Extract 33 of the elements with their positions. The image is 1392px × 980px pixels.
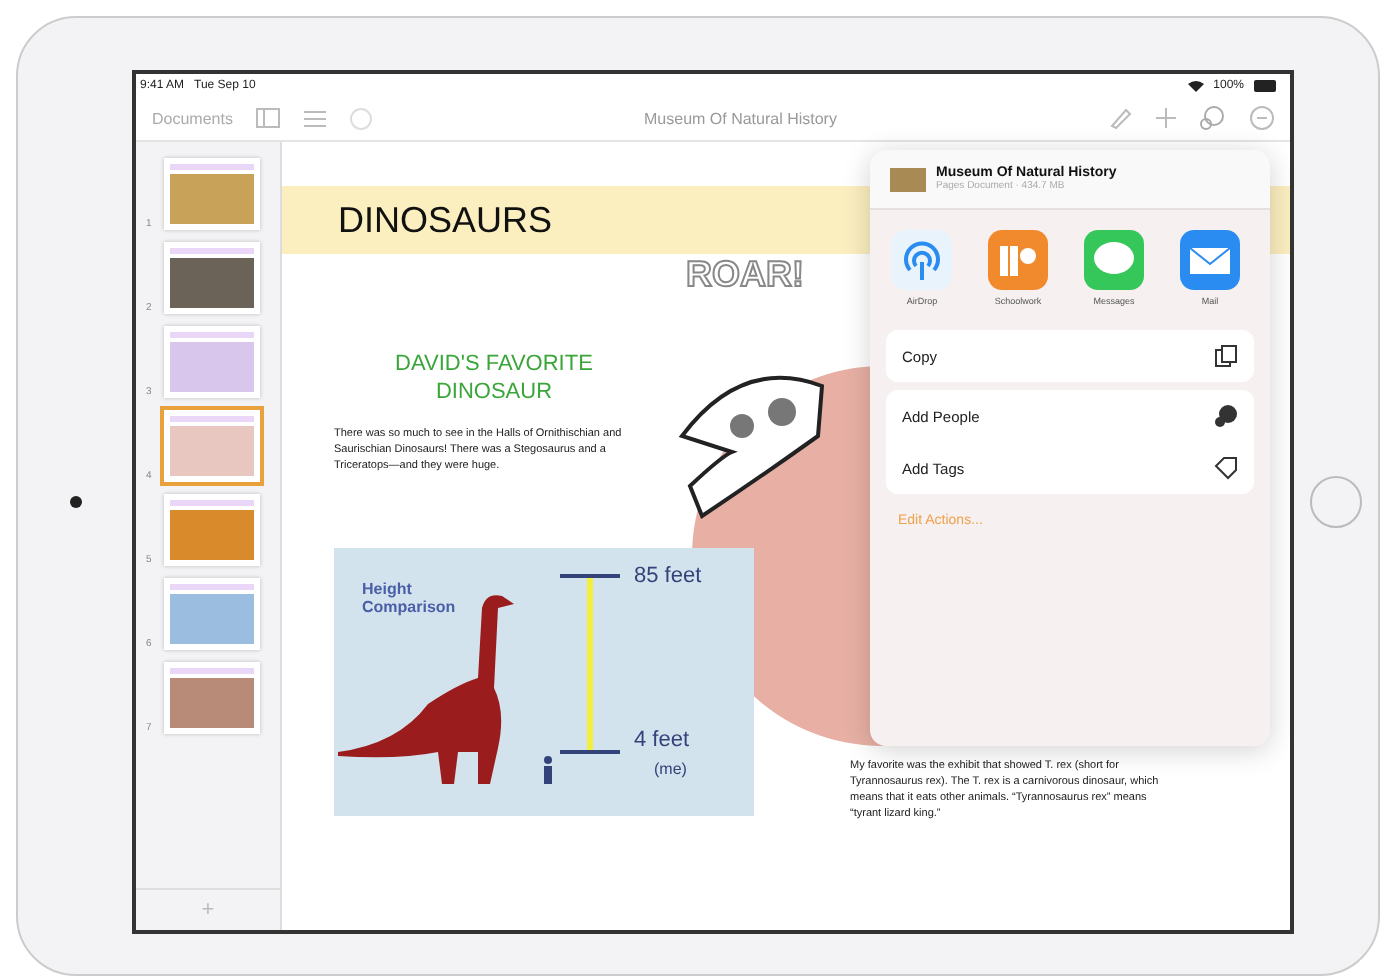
section-title: DAVID'S FAVORITE DINOSAUR — [393, 350, 595, 408]
schoolwork-app-icon[interactable] — [988, 230, 1048, 290]
add-icon[interactable] — [1156, 108, 1176, 128]
airdrop-app-icon[interactable] — [892, 230, 952, 290]
page-thumbnail[interactable] — [164, 326, 260, 398]
camera-dot — [69, 496, 81, 508]
battery-icon — [1254, 79, 1278, 91]
page-thumbnail[interactable] — [164, 242, 260, 314]
person-icon — [542, 755, 554, 783]
more-icon[interactable] — [1250, 106, 1274, 130]
tag-icon[interactable] — [1214, 456, 1238, 480]
add-person-icon[interactable] — [1214, 404, 1238, 428]
brush-icon[interactable] — [1108, 106, 1132, 130]
messages-app-icon[interactable] — [1084, 230, 1144, 290]
page-thumbnail[interactable] — [164, 410, 260, 482]
page-thumbnail[interactable] — [164, 158, 260, 230]
document-thumbnail — [890, 167, 926, 191]
height-label: 85 feet — [634, 563, 702, 587]
height-note: (me) — [654, 759, 687, 777]
page-thumbnail[interactable] — [164, 662, 260, 734]
height-label: 4 feet — [634, 727, 690, 751]
mail-app-icon[interactable] — [1180, 230, 1240, 290]
sidebar-icon[interactable] — [256, 108, 281, 128]
diagram-title: Height Comparison — [362, 579, 458, 615]
roar-text: ROAR! — [686, 254, 804, 296]
page-thumbnail[interactable] — [164, 578, 260, 650]
copy-icon[interactable] — [1214, 344, 1238, 368]
list-icon[interactable] — [304, 109, 327, 127]
page-thumbnail[interactable] — [164, 494, 260, 566]
home-button[interactable] — [1310, 476, 1362, 528]
wifi-icon — [1187, 79, 1204, 91]
document-title: Museum Of Natural History — [642, 109, 839, 127]
page-heading: DINOSAURS — [338, 199, 553, 241]
